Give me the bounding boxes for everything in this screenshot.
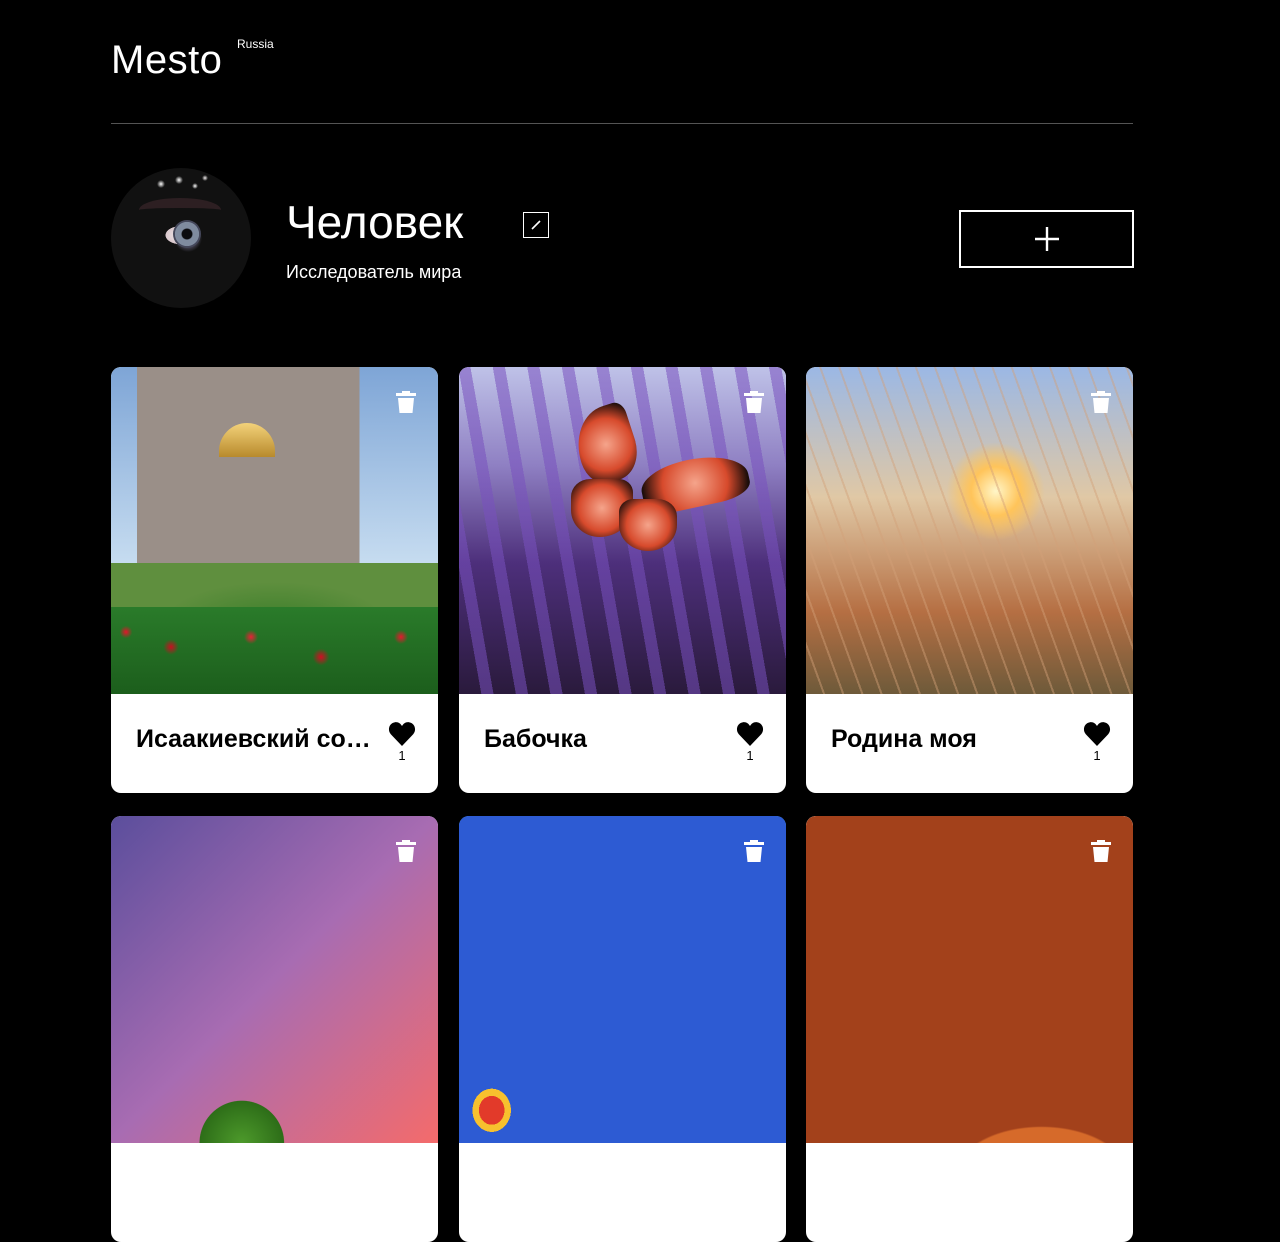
trash-icon [1091, 840, 1111, 862]
delete-card-button[interactable] [395, 390, 417, 414]
delete-card-button[interactable] [395, 839, 417, 863]
card [459, 816, 786, 1242]
card: Исаакиевский собор 1 [111, 367, 438, 793]
add-card-button[interactable] [959, 210, 1134, 268]
card [111, 816, 438, 1242]
like-button[interactable] [388, 721, 416, 747]
trash-icon [744, 840, 764, 862]
card-image-hot-air-balloons[interactable] [459, 816, 786, 1143]
trash-icon [396, 391, 416, 413]
like-button[interactable] [736, 721, 764, 747]
edit-profile-button[interactable] [523, 212, 549, 238]
card-image-illustration[interactable] [806, 816, 1133, 1143]
trash-icon [744, 391, 764, 413]
delete-card-button[interactable] [743, 839, 765, 863]
heart-icon [1083, 722, 1111, 746]
profile-about: Исследователь мира [286, 262, 462, 282]
delete-card-button[interactable] [1090, 390, 1112, 414]
like-count: 1 [1093, 748, 1101, 763]
card-image-tree-sunset[interactable] [111, 816, 438, 1143]
card: Бабочка 1 [459, 367, 786, 793]
trash-icon [1091, 391, 1111, 413]
card: Родина моя 1 [806, 367, 1133, 793]
butterfly-wing [566, 399, 646, 490]
like-count: 1 [398, 748, 406, 763]
card-image-saint-isaac-cathedral[interactable] [111, 367, 438, 694]
card [806, 816, 1133, 1242]
logo-region: Russia [237, 37, 274, 51]
logo-text: Mesto [111, 38, 223, 82]
delete-card-button[interactable] [1090, 839, 1112, 863]
logo: Mesto Russia [111, 37, 274, 82]
plus-icon [1034, 227, 1059, 251]
like-button[interactable] [1083, 721, 1111, 747]
avatar[interactable] [111, 168, 251, 308]
heart-icon [388, 722, 416, 746]
butterfly-wing [619, 499, 677, 551]
card-title: Родина моя [831, 725, 977, 753]
avatar-flowers [151, 174, 211, 194]
card-title: Бабочка [484, 725, 587, 753]
pencil-icon [531, 220, 541, 230]
header-divider [111, 123, 1133, 124]
card-title: Исаакиевский собор [136, 725, 376, 753]
heart-icon [736, 722, 764, 746]
profile-name: Человек [286, 196, 464, 248]
card-image-grass-sunset[interactable] [806, 367, 1133, 694]
card-image-butterfly-lavender[interactable] [459, 367, 786, 694]
like-count: 1 [746, 748, 754, 763]
delete-card-button[interactable] [743, 390, 765, 414]
trash-icon [396, 840, 416, 862]
